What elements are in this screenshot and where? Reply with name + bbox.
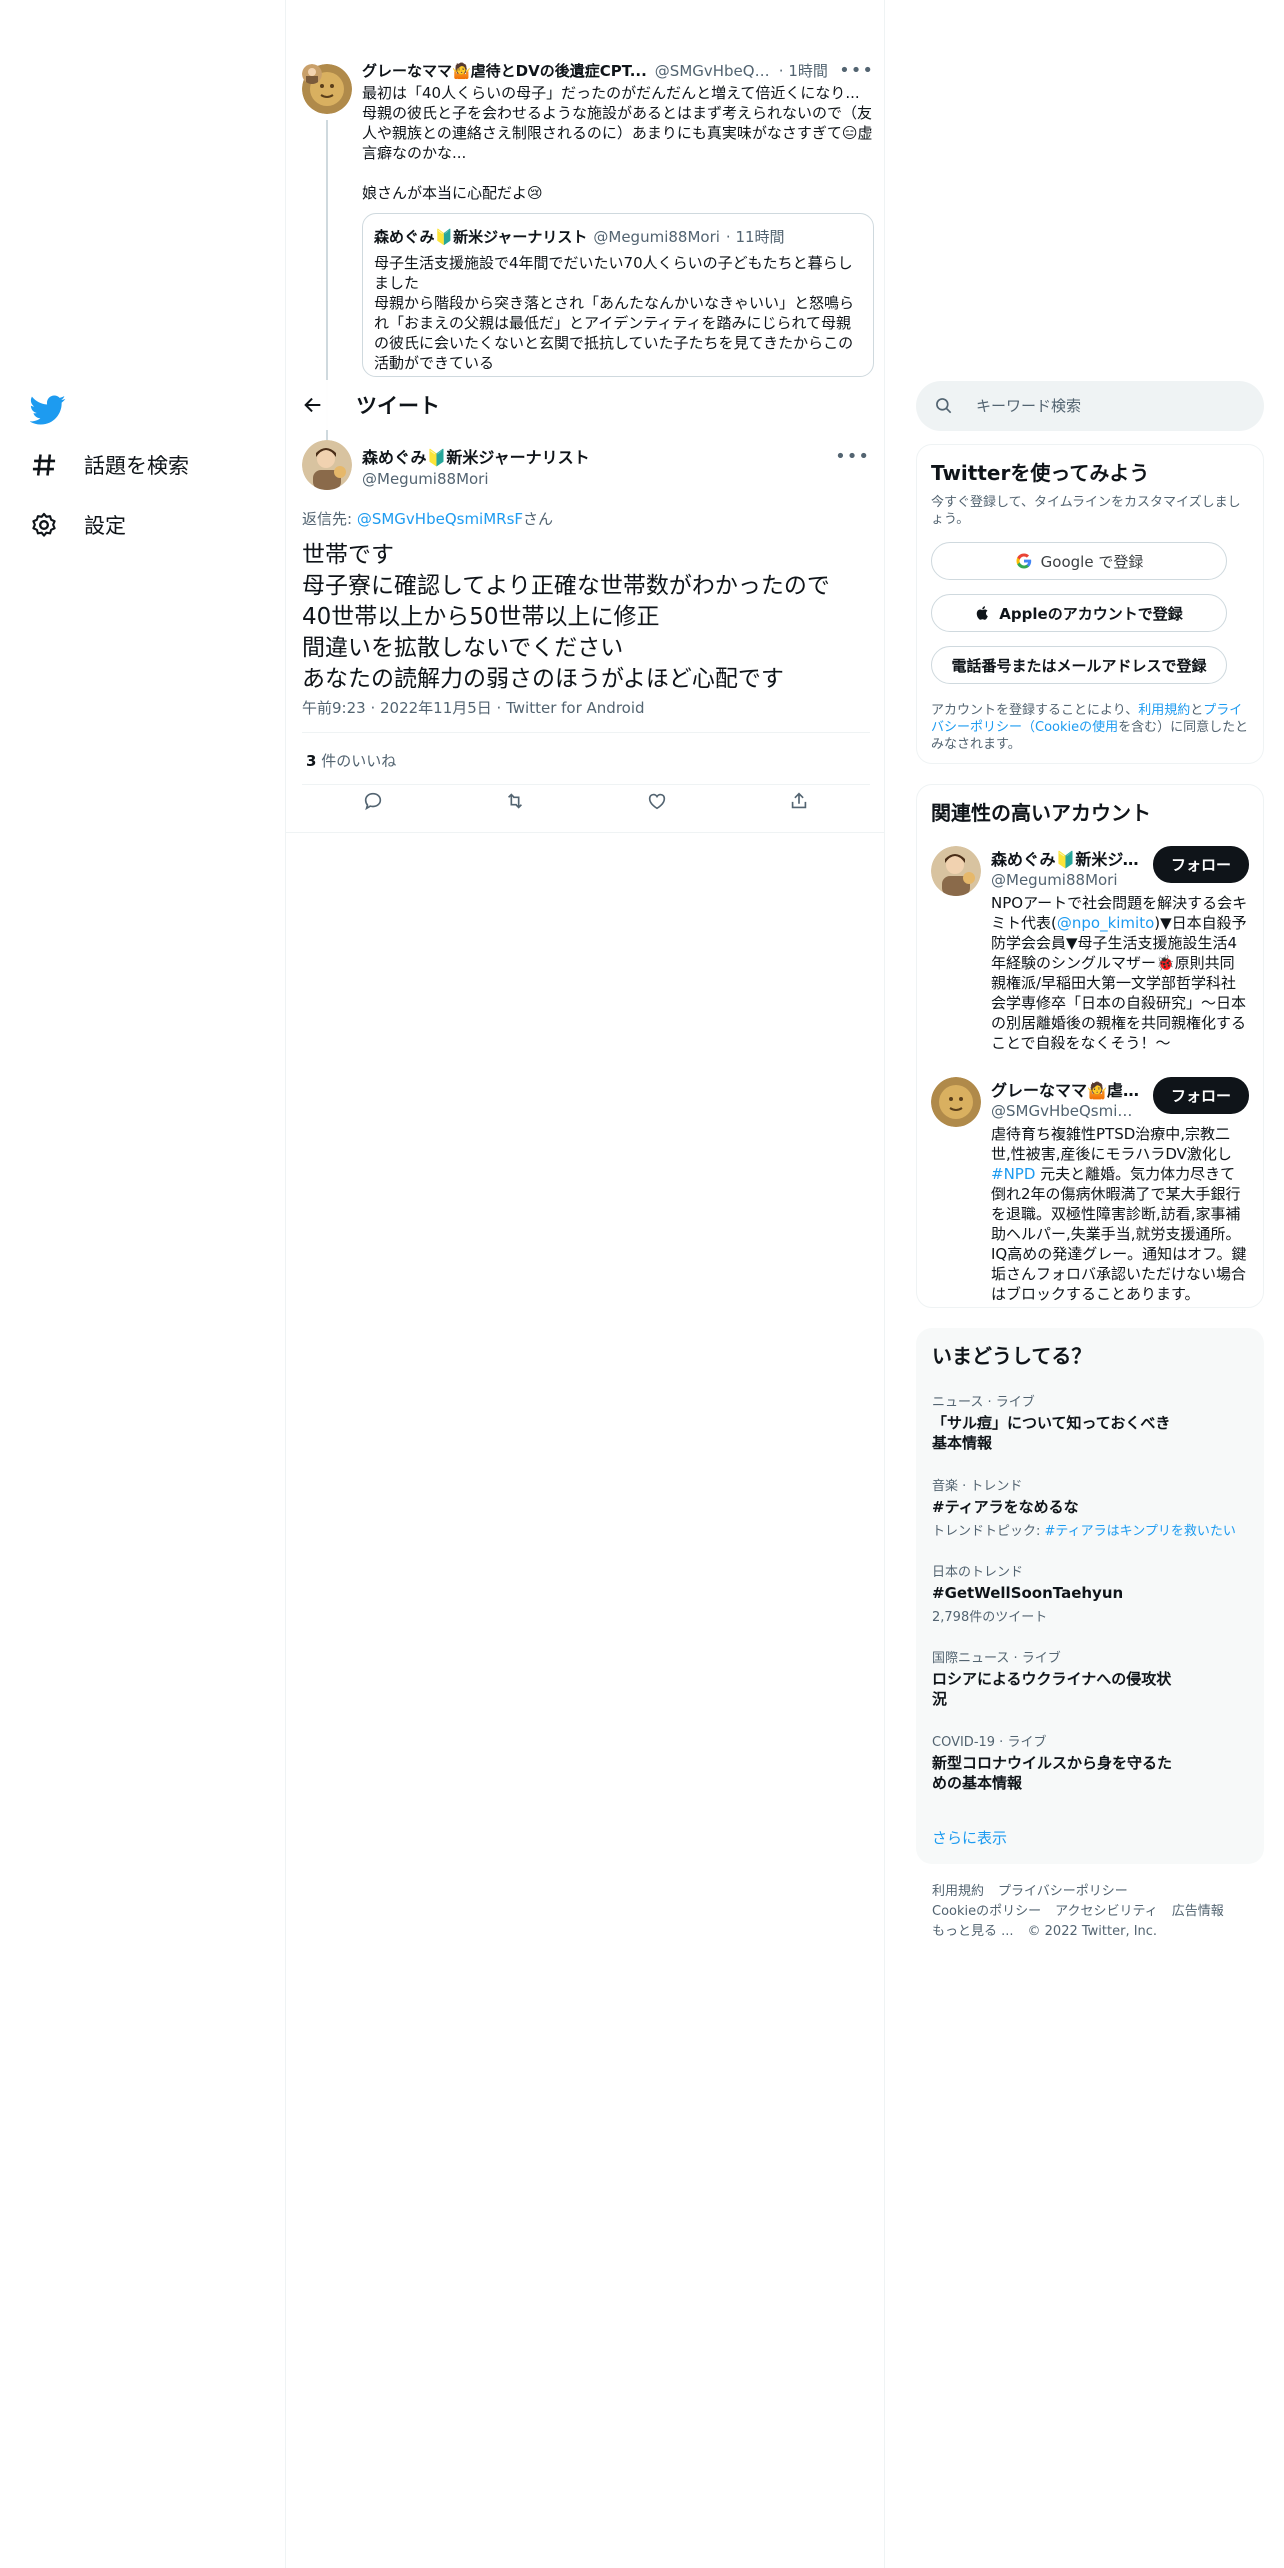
footer-link[interactable]: もっと見る ... (932, 1924, 1014, 1939)
tweet-timestamp[interactable]: 午前9:23 · 2022年11月5日 · Twitter for Androi… (302, 697, 645, 718)
trend-item[interactable]: COVID-19 · ライブ 新型コロナウイルスから身を守るための基本情報 (932, 1731, 1248, 1793)
gear-icon (32, 512, 56, 537)
quoted-author-name: 森めぐみ🔰新米ジャーナリスト (374, 228, 588, 246)
hashtag-icon (32, 454, 56, 476)
divider (286, 832, 884, 833)
like-heart-icon[interactable] (646, 790, 668, 812)
related-accounts-card: 関連性の高いアカウント 森めぐみ🔰新米ジャ... @Megumi88Mori N… (916, 784, 1264, 1308)
page-title: ツイート (356, 394, 440, 418)
search-icon (936, 398, 952, 414)
trends-title: いまどうしてる？ (932, 1344, 1092, 1368)
retweet-icon[interactable] (504, 790, 526, 812)
nav-item-explore[interactable]: 話題を検索 (30, 450, 189, 480)
apple-icon (977, 606, 989, 620)
share-icon[interactable] (788, 790, 810, 812)
signup-card: Twitterを使ってみよう 今すぐ登録して、タイムラインをカスタマイズしましょ… (916, 444, 1264, 764)
trend-item[interactable]: ニュース · ライブ 「サル痘」について知っておくべき基本情報 (932, 1391, 1248, 1453)
trend-item[interactable]: 国際ニュース · ライブ ロシアによるウクライナへの侵攻状況 (932, 1647, 1248, 1709)
trend-item[interactable]: 日本のトレンド #GetWellSoonTaehyun 2,798件のツイート (932, 1561, 1248, 1625)
signup-title: Twitterを使ってみよう (931, 461, 1150, 485)
copyright: © 2022 Twitter, Inc. (1027, 1924, 1158, 1939)
footer-link[interactable]: 利用規約 (932, 1884, 984, 1899)
tweet-text: 世帯です 母子寮に確認してより正確な世帯数がわかったので 40世帯以上から50世… (302, 542, 830, 692)
show-more-link[interactable]: さらに表示 (932, 1827, 1248, 1848)
tweet-actions (302, 790, 870, 812)
footer-link[interactable]: プライバシーポリシー (998, 1884, 1128, 1899)
footer-link[interactable]: 広告情報 (1172, 1904, 1224, 1919)
reply-to-link[interactable]: @SMGvHbeQsmiMRsF (357, 510, 523, 528)
nav-item-label: 設定 (84, 514, 126, 538)
account-bio: 虐待育ち複雑性PTSD治療中,宗教二世,性被害,産後にモラハラDV激化し#NPD… (991, 1125, 1247, 1303)
author-name[interactable]: グレーなママ🤷虐待とDVの後遺症CPT... (362, 60, 647, 81)
account-handle[interactable]: @SMGvHbeQsmiMR... (991, 1102, 1141, 1120)
related-title: 関連性の高いアカウント (931, 801, 1151, 825)
account-item[interactable]: 森めぐみ🔰新米ジャ... @Megumi88Mori NPOアートで社会問題を解… (931, 846, 1249, 1053)
parent-tweet[interactable]: グレーなママ🤷虐待とDVの後遺症CPT... @SMGvHbeQs... · 1… (302, 60, 874, 440)
terms-link[interactable]: 利用規約 (1138, 703, 1190, 718)
quoted-tweet[interactable]: 森めぐみ🔰新米ジャーナリスト @Megumi88Mori · 11時間 母子生活… (302, 64, 874, 377)
tweet-time[interactable]: · 1時間 (779, 60, 828, 81)
account-handle[interactable]: @Megumi88Mori (991, 871, 1141, 889)
divider (302, 732, 870, 733)
apple-signup-button[interactable]: Appleのアカウントで登録 (931, 594, 1227, 632)
account-item[interactable]: グレーなママ🤷虐待... @SMGvHbeQsmiMR... 虐待育ち複雑性PT… (931, 1077, 1249, 1304)
author-handle[interactable]: @SMGvHbeQs... (655, 62, 773, 80)
footer: 利用規約 プライバシーポリシー Cookieのポリシー アクセシビリティ 広告情報 も… (932, 1882, 1252, 1942)
footer-link[interactable]: アクセシビリティ (1055, 1904, 1158, 1919)
avatar[interactable] (302, 440, 352, 490)
signup-subtitle: 今すぐ登録して、タイムラインをカスタマイズしましょう。 (931, 495, 1241, 527)
google-signup-button[interactable]: Google で登録 (931, 542, 1227, 580)
quoted-author-handle: @Megumi88Mori (593, 227, 720, 246)
back-arrow-icon[interactable] (302, 394, 324, 416)
phone-email-signup-button[interactable]: 電話番号またはメールアドレスで登録 (931, 646, 1227, 684)
account-name[interactable]: 森めぐみ🔰新米ジャ... (991, 846, 1141, 870)
nav-item-label: 話題を検索 (84, 454, 189, 478)
avatar[interactable] (931, 1077, 981, 1127)
search-input[interactable] (974, 396, 1238, 416)
account-bio: NPOアートで社会問題を解決する会キミト代表(@npo_kimito)▼日本自殺… (991, 894, 1248, 1052)
quoted-time: · 11時間 (725, 228, 785, 246)
page-header: ツイート (286, 380, 884, 430)
trend-item[interactable]: 音楽 · トレンド #ティアラをなめるな トレンドトピック: #ティアラはキンプ… (932, 1475, 1248, 1539)
author-name[interactable]: 森めぐみ🔰新米ジャーナリスト (362, 444, 870, 468)
trend-topic-link[interactable]: #ティアラはキンプリを救いたい (1045, 1524, 1236, 1539)
reply-context: 返信先: @SMGvHbeQsmiMRsFさん (302, 510, 554, 528)
footer-link[interactable]: Cookieのポリシー (932, 1904, 1041, 1919)
google-icon (1016, 553, 1031, 569)
more-options-icon[interactable]: ••• (835, 446, 870, 467)
avatar[interactable] (931, 846, 981, 896)
quoted-text: 母子生活支援施設で4年間でだいたい70人くらいの子どもたちと暮らしました 母親か… (374, 254, 855, 372)
twitter-bird-icon[interactable] (30, 392, 66, 428)
bio-link[interactable]: #NPD (991, 1165, 1035, 1183)
likes-count[interactable]: 3 件のいいね (306, 750, 396, 771)
main-tweet: 森めぐみ🔰新米ジャーナリスト @Megumi88Mori ••• (302, 440, 870, 490)
divider (302, 784, 870, 785)
author-handle[interactable]: @Megumi88Mori (362, 470, 870, 488)
bio-link[interactable]: @npo_kimito (1057, 914, 1154, 932)
follow-button[interactable]: フォロー (1152, 846, 1249, 883)
tweet-text: 最初は「40人くらいの母子」だったのがだんだんと増えて倍近くになり... 母親の… (362, 84, 873, 202)
account-name[interactable]: グレーなママ🤷虐待... (991, 1077, 1141, 1101)
trends-card: いまどうしてる？ ニュース · ライブ 「サル痘」について知っておくべき基本情報… (916, 1328, 1264, 1864)
more-options-icon[interactable]: ••• (839, 60, 874, 81)
follow-button[interactable]: フォロー (1152, 1077, 1249, 1114)
nav-item-settings[interactable]: 設定 (30, 510, 126, 540)
search-bar[interactable] (916, 381, 1264, 431)
signup-terms: アカウントを登録することにより、利用規約とプライバシーポリシー（Cookieの使… (931, 703, 1249, 752)
column-divider-right (884, 0, 885, 2568)
reply-icon[interactable] (362, 790, 384, 812)
